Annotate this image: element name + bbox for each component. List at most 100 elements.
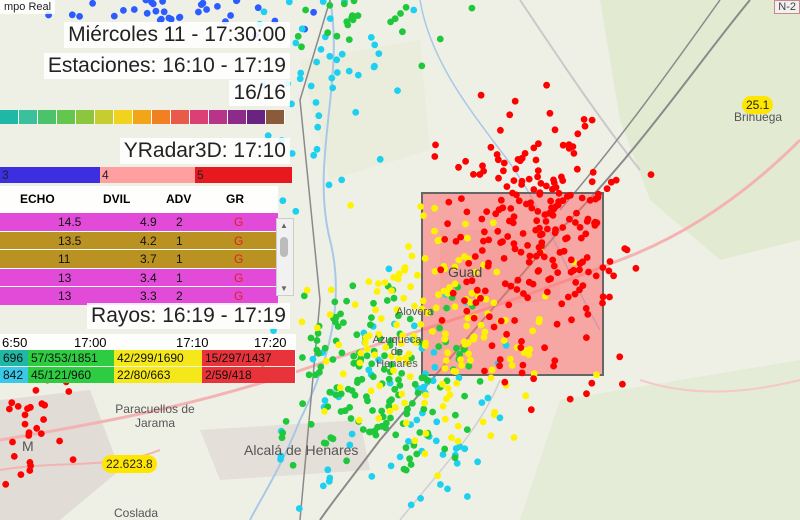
lightning-strike xyxy=(278,434,286,442)
lightning-strike xyxy=(576,224,584,231)
table-scrollbar[interactable]: ▲ ▼ xyxy=(276,218,294,296)
lightning-strike xyxy=(471,253,479,260)
lightning-strike xyxy=(535,140,542,148)
lightning-strike xyxy=(576,286,583,294)
lightning-strike xyxy=(583,390,590,398)
table-row[interactable]: 13.5 4.2 1 G xyxy=(0,230,278,249)
lightning-strike xyxy=(326,2,334,9)
lightning-strike xyxy=(439,402,447,410)
lightning-strike xyxy=(542,218,550,225)
lightning-strike xyxy=(333,32,341,40)
lightning-strike xyxy=(345,36,353,43)
lightning-strike xyxy=(227,12,235,19)
lightning-strike xyxy=(527,199,534,207)
lightning-strike xyxy=(387,414,394,422)
lightning-strike xyxy=(585,268,592,276)
lightning-strike xyxy=(495,206,503,214)
lightning-strike xyxy=(383,297,391,304)
lightning-strike xyxy=(445,198,453,206)
lightning-strike xyxy=(370,299,377,307)
lightning-strike xyxy=(432,304,440,312)
table-row[interactable]: 13 3.3 2 G xyxy=(0,286,278,305)
lightning-strike xyxy=(421,342,429,349)
lightning-strike xyxy=(120,6,127,14)
lightning-strike xyxy=(507,282,515,290)
lightning-strike xyxy=(441,335,449,343)
lightning-strike xyxy=(463,208,471,216)
lightning-strike xyxy=(578,194,586,202)
lightning-strike xyxy=(289,461,297,469)
lightning-strike xyxy=(352,108,360,116)
lightning-strike xyxy=(363,393,370,401)
map-label-alovera: Alovera xyxy=(396,306,434,318)
lightning-strike xyxy=(327,286,335,294)
lightning-strike xyxy=(473,286,481,294)
colorbar-swatch xyxy=(228,110,247,124)
lightning-strike xyxy=(41,401,48,409)
temperature-badge-madrid[interactable]: 22.623.8 xyxy=(102,455,157,473)
lightning-strike xyxy=(606,258,614,265)
col-gr: GR xyxy=(226,192,244,206)
lightning-strike xyxy=(464,314,472,322)
lightning-strike xyxy=(324,466,332,474)
rayos-cell: 22/80/663 xyxy=(114,367,206,383)
lightning-strike xyxy=(89,0,96,7)
lightning-strike xyxy=(532,226,540,234)
lightning-strike xyxy=(437,266,445,274)
lightning-strike xyxy=(410,6,418,14)
lightning-strike xyxy=(530,186,538,193)
lightning-strike xyxy=(514,276,522,284)
map-label-alcala: Alcalá de Henares xyxy=(244,442,359,458)
lightning-strike xyxy=(359,426,367,433)
lightning-strike xyxy=(32,387,40,394)
lightning-strike xyxy=(441,445,449,453)
lightning-strike xyxy=(33,424,41,432)
lightning-strike xyxy=(510,177,518,185)
lightning-strike xyxy=(351,301,359,308)
lightning-strike xyxy=(373,288,381,295)
lightning-strike xyxy=(76,13,83,20)
lightning-strike xyxy=(506,355,514,363)
lightning-strike xyxy=(550,176,557,184)
lightning-strike xyxy=(394,275,402,283)
table-row[interactable]: 11 3.7 1 G xyxy=(0,249,278,268)
lightning-strike xyxy=(452,445,460,452)
lightning-strike xyxy=(378,407,386,415)
lightning-strike xyxy=(436,35,444,43)
table-row[interactable]: 13 3.4 1 G xyxy=(0,267,278,286)
cell-gr: G xyxy=(234,270,244,285)
lightning-strike xyxy=(547,197,554,205)
lightning-strike xyxy=(195,8,202,16)
lightning-strike xyxy=(541,344,548,352)
lightning-strike xyxy=(443,304,450,312)
lightning-strike xyxy=(518,338,525,345)
temperature-badge-brihuega[interactable]: 25.1 xyxy=(742,96,774,114)
cell-dvil: 3.7 xyxy=(140,252,157,266)
lightning-strike xyxy=(551,357,559,364)
lightning-strike xyxy=(420,405,428,413)
lightning-strike xyxy=(610,272,617,280)
scroll-thumb[interactable] xyxy=(280,237,288,257)
lightning-strike xyxy=(458,195,465,203)
lightning-strike xyxy=(302,6,309,14)
cell-echo: 14.5 xyxy=(58,215,82,229)
lightning-strike xyxy=(331,298,339,306)
lightning-strike xyxy=(562,235,569,243)
scroll-down-icon[interactable]: ▼ xyxy=(280,284,288,293)
lightning-strike xyxy=(296,75,304,83)
rayos-times: 6:50 17:00 17:10 17:20 xyxy=(0,334,296,350)
lightning-strike xyxy=(333,56,341,64)
lightning-strike xyxy=(488,366,496,374)
lightning-strike xyxy=(307,334,315,342)
scroll-up-icon[interactable]: ▲ xyxy=(280,221,288,230)
colorbar-swatch xyxy=(57,110,76,124)
lightning-strike xyxy=(478,399,486,406)
lightning-strike xyxy=(37,430,45,437)
lightning-strike xyxy=(406,373,414,380)
lightning-strike xyxy=(581,122,589,130)
lightning-strike xyxy=(295,505,303,512)
lightning-strike xyxy=(337,310,344,318)
lightning-strike xyxy=(507,205,515,212)
lightning-strike xyxy=(315,112,323,120)
table-row[interactable]: 14.5 4.9 2 G xyxy=(0,212,278,231)
